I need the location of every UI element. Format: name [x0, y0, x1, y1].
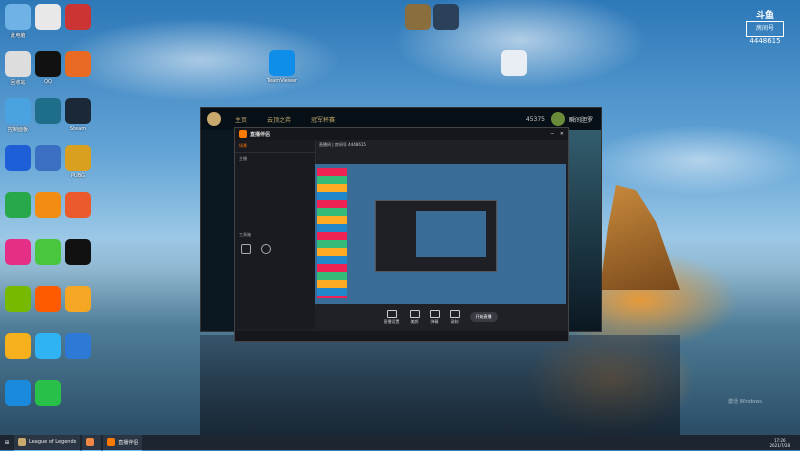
live-titlebar: 直播伴侣 ─ ✕ — [235, 128, 568, 140]
desktop-icon[interactable] — [488, 50, 540, 78]
desktop-icon[interactable] — [52, 286, 104, 314]
taskbar-item-2[interactable] — [82, 434, 102, 451]
streaming-app-window[interactable]: 直播伴侣 ─ ✕ 场景 主播 工具箱 直播间 | 房间号 4448615 直播设… — [234, 127, 569, 342]
app-title: 直播伴侣 — [250, 131, 271, 138]
preview-nested-window — [375, 200, 497, 272]
taskbar-item-lol[interactable]: League of Legends — [14, 434, 81, 451]
app-icon — [35, 380, 61, 406]
desktop-icon[interactable]: Steam — [52, 98, 104, 132]
desktop-icon-label: 此电脑 — [10, 33, 26, 39]
desktop-icon[interactable] — [52, 51, 104, 79]
app-logo-icon — [239, 130, 247, 138]
tool-beauty[interactable]: 美颜 — [409, 309, 420, 325]
toolbox-item-2-icon[interactable] — [261, 244, 271, 254]
preview-desktop-icons — [317, 168, 347, 298]
tool-danmaku[interactable]: 弹幕 — [429, 309, 440, 325]
stream-preview[interactable] — [315, 164, 566, 304]
client-side-art — [567, 130, 601, 330]
desktop-icon[interactable] — [22, 380, 74, 408]
nav-home[interactable]: 主页 — [229, 115, 253, 124]
live-toolbar: 直播设置 美颜 弹幕 录制 开始直播 — [315, 306, 566, 328]
scene-item[interactable]: 主播 — [235, 153, 315, 165]
app-icon — [65, 239, 91, 265]
taskbar: ⊞ League of Legends 直播伴侣 17:26 2021/7/28 — [0, 434, 800, 451]
app-icon — [65, 4, 91, 30]
app-icon — [65, 98, 91, 124]
desktop-icon-label: PUBG — [71, 173, 85, 179]
activation-watermark: 激活 Windows — [728, 399, 762, 405]
desktop-icon[interactable]: PUBG — [52, 145, 104, 179]
player-name[interactable]: 瞬间胆罗 — [569, 115, 593, 124]
desktop-icon-label: 控制面板 — [7, 127, 28, 133]
tool-settings[interactable]: 直播设置 — [384, 309, 400, 325]
live-statusbar — [235, 331, 568, 341]
nav-tft[interactable]: 云顶之弈 — [261, 115, 297, 124]
desktop-icon-label: TeamViewer — [266, 78, 298, 84]
desktop-icon-label: QQ — [44, 79, 52, 85]
wallpaper-reflection — [200, 335, 680, 435]
live-sidebar: 场景 主播 工具箱 — [235, 140, 316, 329]
client-logo-icon[interactable] — [207, 112, 221, 126]
toolbox-label: 工具箱 — [239, 232, 251, 237]
room-info-bar: 直播间 | 房间号 4448615 — [319, 142, 564, 162]
desktop-icon-label: Steam — [69, 126, 87, 132]
start-icon[interactable]: ⊞ — [0, 440, 14, 446]
desktop-icon[interactable]: TeamViewer — [256, 50, 308, 84]
app-icon — [65, 333, 91, 359]
desktop-icon[interactable] — [52, 4, 104, 32]
tool-record[interactable]: 录制 — [449, 309, 460, 325]
close-icon[interactable]: ✕ — [560, 131, 564, 137]
start-live-button[interactable]: 开始直播 — [469, 312, 498, 322]
avatar[interactable] — [550, 112, 565, 126]
app-icon — [269, 50, 295, 76]
clock[interactable]: 17:26 2021/7/28 — [769, 438, 790, 448]
desktop-icon[interactable] — [52, 239, 104, 267]
desktop-icon[interactable] — [52, 192, 104, 220]
toolbox-item-1-icon[interactable] — [241, 244, 251, 254]
desktop-icon[interactable] — [52, 333, 104, 361]
app-icon — [65, 286, 91, 312]
currency-count: 45375 — [525, 115, 545, 123]
nav-clash[interactable]: 冠军杯赛 — [305, 115, 341, 124]
app-icon — [65, 51, 91, 77]
taskbar-item-live[interactable]: 直播伴侣 — [103, 434, 143, 451]
app-icon — [65, 192, 91, 218]
room-number-badge: 斗鱼 房间号 4448615 — [740, 8, 790, 45]
app-icon — [433, 4, 459, 30]
room-title: 直播间 | 房间号 4448615 — [319, 142, 366, 147]
desktop-icon[interactable] — [420, 4, 472, 32]
minimize-icon[interactable]: ─ — [551, 131, 554, 137]
app-icon — [65, 145, 91, 171]
app-icon — [501, 50, 527, 76]
tab-scene[interactable]: 场景 — [239, 143, 247, 149]
